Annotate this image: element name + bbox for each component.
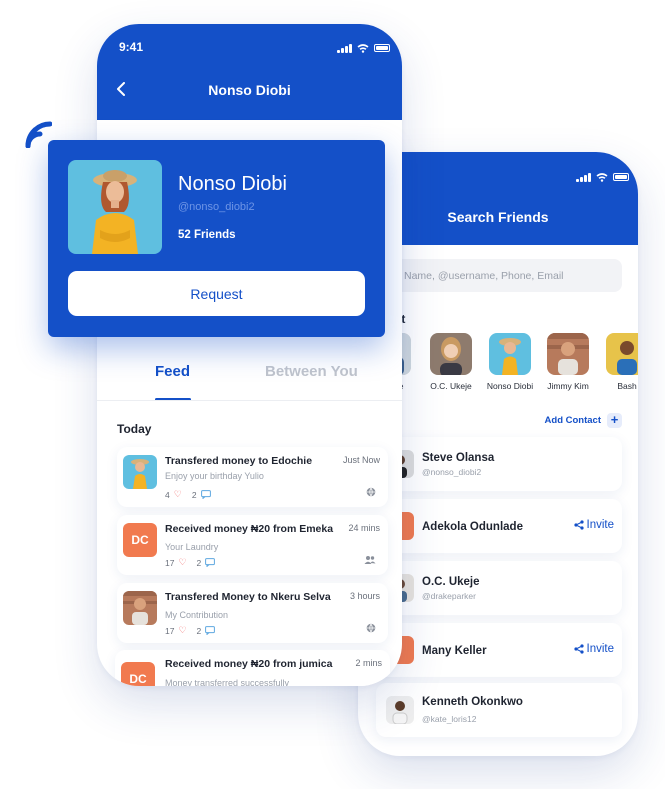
- tab-feed[interactable]: Feed: [155, 363, 190, 380]
- feed-title: Transfered money to Edochie: [165, 455, 313, 467]
- avatar: [386, 696, 414, 724]
- contact-name: Kenneth Okonkwo: [422, 696, 523, 708]
- share-icon: [573, 520, 584, 530]
- globe-icon: [366, 487, 376, 497]
- signal-icon: [337, 43, 352, 53]
- add-contact-label: Add Contact: [544, 415, 601, 426]
- profile-name: Nonso Diobi: [178, 173, 287, 195]
- contact-row[interactable]: O.C. Ukeje @drakeparker: [376, 561, 622, 615]
- status-time: 9:41: [119, 40, 144, 54]
- request-button[interactable]: Request: [68, 271, 365, 316]
- feed-stats: 17 ♡ 2: [165, 625, 216, 636]
- contact-handle: @drakeparker: [422, 591, 476, 601]
- friends-icon: [364, 556, 376, 564]
- recent-contact-name: Nonso Diobi: [486, 381, 534, 391]
- globe-icon: [366, 623, 376, 633]
- avatar: [123, 591, 157, 625]
- feed-time: 3 hours: [349, 591, 380, 601]
- comment-count: 2: [191, 489, 197, 500]
- contact-name: Many Keller: [422, 645, 487, 657]
- feed-title: Received money ₦20 from jumica: [165, 658, 333, 670]
- invite-label: Invite: [586, 643, 615, 655]
- feed-time: Just Now: [342, 455, 380, 465]
- contact-row[interactable]: Steve Olansa @nonso_diobi2: [376, 437, 622, 491]
- recent-contact[interactable]: Jimmy Kim: [538, 333, 598, 391]
- feed-stats: 17 ♡ 2: [165, 557, 216, 568]
- avatar: [606, 333, 638, 375]
- feed-subtitle: Money transferred successfully: [165, 678, 290, 686]
- recent-contacts-row: la Mike O.C. Ukeje Nonso Diobi Jimmy Kim…: [369, 333, 638, 393]
- feed-time: 2 mins: [355, 658, 382, 668]
- like-count: 4: [165, 489, 170, 500]
- avatar-initials: DC: [121, 662, 155, 686]
- feed-stats: 4 ♡ 2: [165, 489, 211, 500]
- recent-contact[interactable]: Nonso Diobi: [480, 333, 540, 391]
- comment-icon[interactable]: [200, 490, 211, 499]
- feed-item[interactable]: Transfered Money to Nkeru Selva My Contr…: [117, 583, 388, 643]
- contact-name: Steve Olansa: [422, 452, 495, 464]
- feed-subtitle: Enjoy your birthday Yulio: [165, 471, 264, 481]
- tab-between-you[interactable]: Between You: [265, 363, 358, 380]
- feed-item[interactable]: DC Received money ₦20 from Emeka Your La…: [117, 515, 388, 575]
- battery-icon: [373, 44, 390, 52]
- profile-photo: [68, 160, 162, 254]
- profile-header: 9:41 Nonso Diobi: [97, 24, 402, 120]
- contact-handle: @nonso_diobi2: [422, 467, 482, 477]
- invite-label: Invite: [586, 519, 615, 531]
- plus-icon: +: [607, 413, 622, 428]
- feed-item[interactable]: Transfered money to Edochie Enjoy your b…: [117, 447, 388, 507]
- profile-phone: 9:41 Nonso Diobi Feed Between You Today …: [97, 24, 402, 686]
- battery-icon: [612, 173, 629, 181]
- section-today-label: Today: [117, 422, 152, 436]
- recent-contact-name: Jimmy Kim: [547, 381, 589, 391]
- feed-subtitle: My Contribution: [165, 610, 229, 620]
- avatar: [547, 333, 589, 375]
- wifi-icon: [357, 43, 368, 53]
- feed-title: Transfered Money to Nkeru Selva: [165, 591, 331, 603]
- comment-icon[interactable]: [205, 626, 216, 635]
- add-contact-button[interactable]: Add Contact +: [545, 413, 622, 428]
- like-count: 17: [165, 557, 175, 568]
- status-bar-icons: [337, 43, 390, 53]
- contact-row[interactable]: Many Keller Invite: [376, 623, 622, 677]
- like-count: 17: [165, 625, 175, 636]
- comment-count: 2: [196, 557, 202, 568]
- contact-name: O.C. Ukeje: [422, 576, 480, 588]
- invite-button[interactable]: Invite: [573, 519, 615, 531]
- status-bar-icons: [576, 172, 629, 182]
- profile-title: Nonso Diobi: [208, 82, 291, 98]
- contact-handle: @kate_loris12: [422, 714, 477, 724]
- comment-count: 2: [196, 625, 202, 636]
- feed-subtitle: Your Laundry: [165, 542, 219, 552]
- heart-icon[interactable]: ♡: [174, 489, 182, 500]
- feed-item[interactable]: DC Received money ₦20 from jumica Money …: [115, 650, 390, 686]
- feed-time: 24 mins: [348, 523, 380, 533]
- recent-contact-name: O.C. Ukeje: [430, 381, 472, 391]
- avatar: [489, 333, 531, 375]
- avatar: [123, 455, 157, 489]
- tab-divider: [97, 400, 402, 401]
- recent-contact[interactable]: O.C. Ukeje: [421, 333, 481, 391]
- contact-name: Adekola Odunlade: [422, 521, 523, 533]
- avatar-initials: DC: [123, 523, 157, 557]
- recent-contact-name: Bash: [617, 381, 637, 391]
- contact-row[interactable]: Adekola Odunlade Invite: [376, 499, 622, 553]
- contact-row[interactable]: Kenneth Okonkwo @kate_loris12: [376, 683, 622, 737]
- invite-button[interactable]: Invite: [573, 643, 615, 655]
- search-field[interactable]: [394, 259, 622, 292]
- avatar: [430, 333, 472, 375]
- signal-icon: [576, 172, 591, 182]
- profile-card: Nonso Diobi @nonso_diobi2 52 Friends Req…: [48, 140, 385, 337]
- heart-icon[interactable]: ♡: [178, 557, 186, 568]
- profile-handle: @nonso_diobi2: [178, 201, 255, 213]
- share-icon: [573, 644, 584, 654]
- feed-title: Received money ₦20 from Emeka: [165, 523, 334, 535]
- search-input[interactable]: [394, 259, 622, 292]
- friends-count: 52 Friends: [178, 229, 236, 241]
- comment-icon[interactable]: [205, 558, 216, 567]
- recent-contact[interactable]: Bash: [597, 333, 638, 391]
- heart-icon[interactable]: ♡: [178, 625, 186, 636]
- wifi-icon: [596, 172, 607, 182]
